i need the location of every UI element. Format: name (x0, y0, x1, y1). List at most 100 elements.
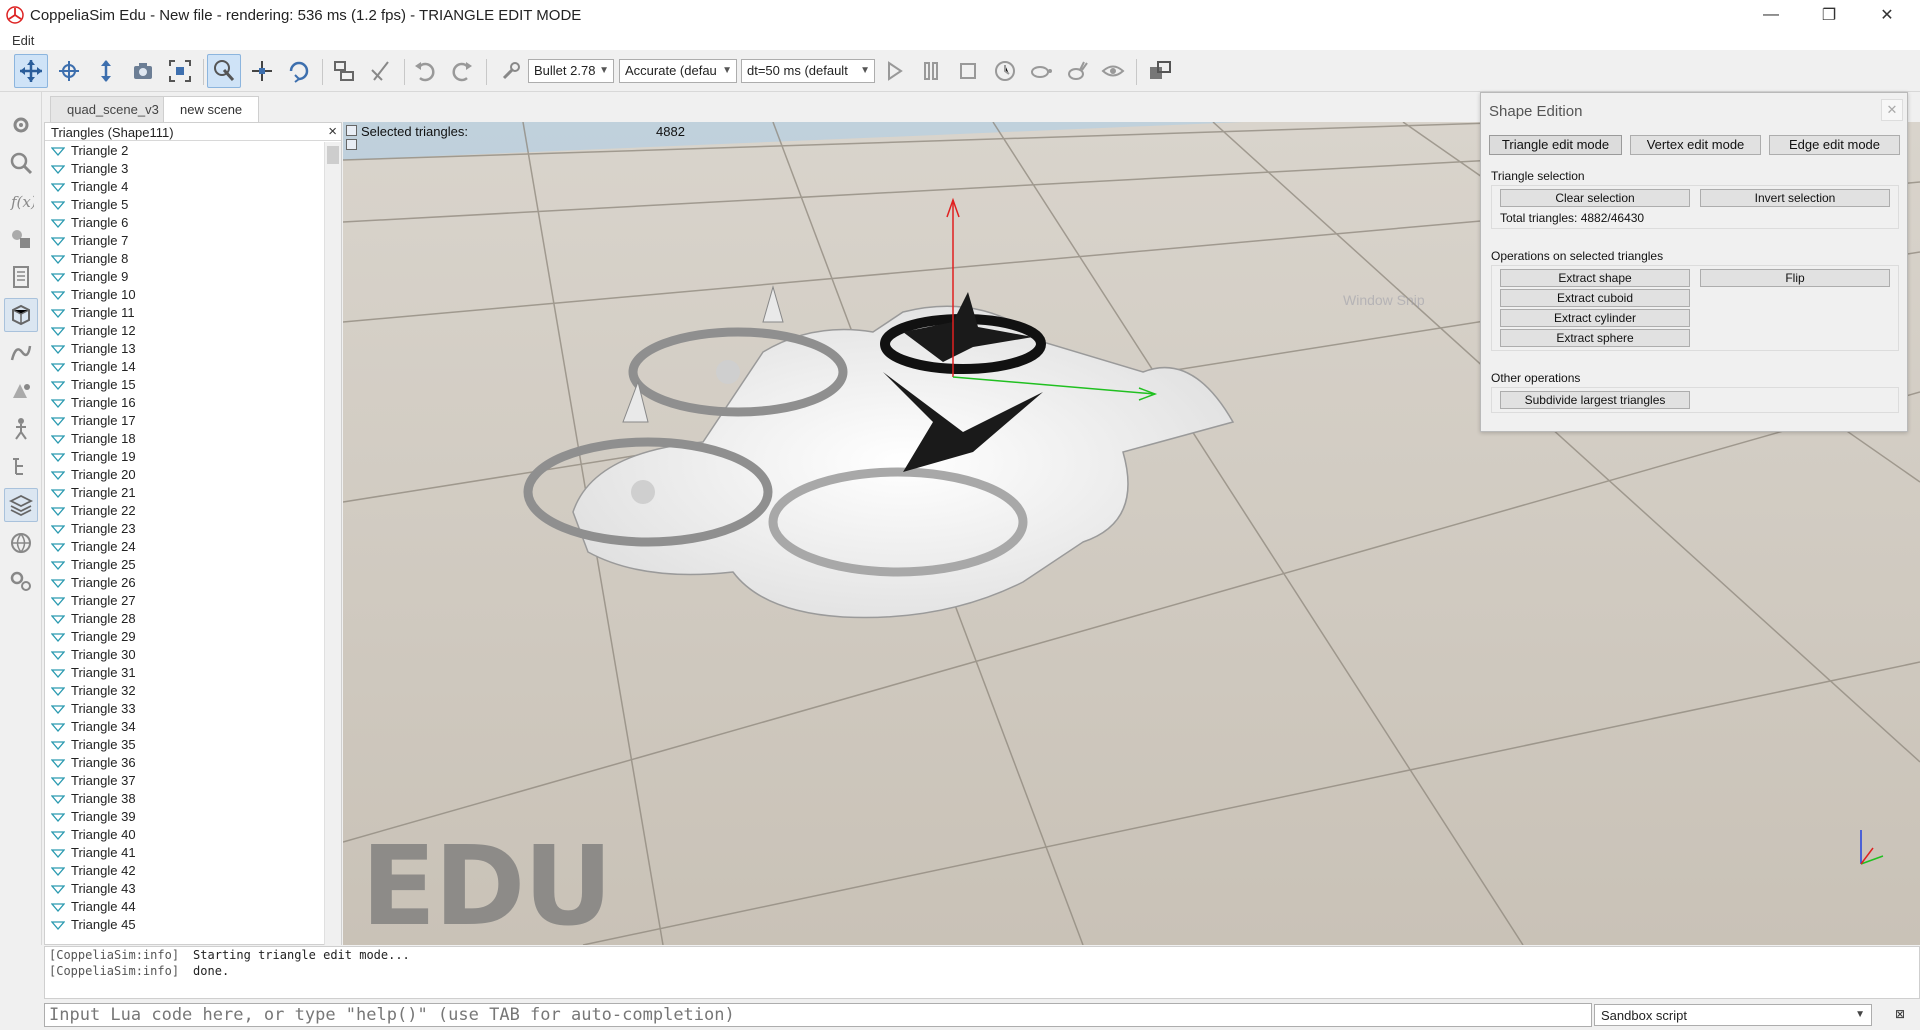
list-item[interactable]: Triangle 14 (45, 358, 325, 376)
layers-button[interactable] (4, 488, 38, 522)
undo-button[interactable] (408, 54, 442, 88)
accuracy-select[interactable]: Accurate (defau ▼ (619, 59, 737, 83)
list-item[interactable]: Triangle 30 (45, 646, 325, 664)
list-item[interactable]: Triangle 37 (45, 772, 325, 790)
camera-shift-button[interactable] (89, 54, 123, 88)
list-item[interactable]: Triangle 34 (45, 718, 325, 736)
list-item[interactable]: Triangle 38 (45, 790, 325, 808)
list-item[interactable]: Triangle 16 (45, 394, 325, 412)
list-item[interactable]: Triangle 23 (45, 520, 325, 538)
list-item[interactable]: Triangle 22 (45, 502, 325, 520)
list-item[interactable]: Triangle 29 (45, 628, 325, 646)
triangle-list[interactable]: Triangle 2 Triangle 3 Triangle 4 Triangle 5… (45, 142, 325, 945)
minimize-button[interactable]: — (1742, 0, 1800, 30)
list-item[interactable]: Triangle 28 (45, 610, 325, 628)
hierarchy-toggle-button[interactable] (4, 450, 38, 484)
realtime-button[interactable] (988, 54, 1022, 88)
list-item[interactable]: Triangle 9 (45, 268, 325, 286)
hierarchy-scrollbar[interactable] (324, 142, 341, 945)
list-item[interactable]: Triangle 13 (45, 340, 325, 358)
list-item[interactable]: Triangle 42 (45, 862, 325, 880)
shape-edit-button[interactable] (4, 298, 38, 332)
close-window-button[interactable]: ✕ (1858, 0, 1916, 30)
list-item[interactable]: Triangle 3 (45, 160, 325, 178)
object-rotate-button[interactable] (282, 54, 316, 88)
scripts-button[interactable] (4, 260, 38, 294)
list-item[interactable]: Triangle 12 (45, 322, 325, 340)
flip-button[interactable]: Flip (1700, 269, 1890, 287)
status-console[interactable]: [CoppeliaSim:info] Starting triangle edit… (44, 946, 1920, 999)
camera-angle-button[interactable] (126, 54, 160, 88)
list-item[interactable]: Triangle 26 (45, 574, 325, 592)
close-icon[interactable]: × (328, 123, 337, 140)
extract-sphere-button[interactable]: Extract sphere (1500, 329, 1690, 347)
list-item[interactable]: Triangle 8 (45, 250, 325, 268)
list-item[interactable]: Triangle 2 (45, 142, 325, 160)
object-shift-button[interactable] (245, 54, 279, 88)
speed-up-button[interactable] (1060, 54, 1094, 88)
list-item[interactable]: Triangle 15 (45, 376, 325, 394)
restore-button[interactable]: ❐ (1800, 0, 1858, 30)
redo-button[interactable] (445, 54, 479, 88)
selection-button[interactable] (4, 374, 38, 408)
timestep-select[interactable]: dt=50 ms (default ▼ (741, 59, 875, 83)
list-item[interactable]: Triangle 7 (45, 232, 325, 250)
list-item[interactable]: Triangle 33 (45, 700, 325, 718)
visualization-toggle-button[interactable] (1096, 54, 1130, 88)
info-toggle-icon[interactable] (346, 125, 357, 136)
dynamics-toggle-button[interactable] (494, 54, 528, 88)
extract-cylinder-button[interactable]: Extract cylinder (1500, 309, 1690, 327)
vertex-edit-mode-button[interactable]: Vertex edit mode (1630, 135, 1761, 155)
list-item[interactable]: Triangle 21 (45, 484, 325, 502)
subdivide-triangles-button[interactable]: Subdivide largest triangles (1500, 391, 1690, 409)
simulation-settings-button[interactable] (4, 108, 38, 142)
stop-simulation-button[interactable] (951, 54, 985, 88)
dialog-close-button[interactable]: ✕ (1881, 99, 1903, 121)
list-item[interactable]: Triangle 24 (45, 538, 325, 556)
extract-shape-button[interactable]: Extract shape (1500, 269, 1690, 287)
list-item[interactable]: Triangle 44 (45, 898, 325, 916)
list-item[interactable]: Triangle 4 (45, 178, 325, 196)
list-item[interactable]: Triangle 20 (45, 466, 325, 484)
list-item[interactable]: Triangle 19 (45, 448, 325, 466)
calculation-modules-button[interactable]: f(x) (4, 184, 38, 218)
assemble-button[interactable] (327, 54, 361, 88)
list-item[interactable]: Triangle 27 (45, 592, 325, 610)
list-item[interactable]: Triangle 36 (45, 754, 325, 772)
scene-switch-button[interactable] (1143, 54, 1177, 88)
list-item[interactable]: Triangle 41 (45, 844, 325, 862)
scrollbar-thumb[interactable] (327, 146, 339, 164)
clear-console-button[interactable]: ⊠ (1892, 1007, 1908, 1023)
fit-to-view-button[interactable] (163, 54, 197, 88)
environment-button[interactable] (4, 526, 38, 560)
click-select-button[interactable] (207, 54, 241, 88)
collections-button[interactable] (4, 222, 38, 256)
list-item[interactable]: Triangle 18 (45, 430, 325, 448)
lua-command-input[interactable]: Input Lua code here, or type "help()" (u… (44, 1003, 1592, 1027)
list-item[interactable]: Triangle 40 (45, 826, 325, 844)
list-item[interactable]: Triangle 39 (45, 808, 325, 826)
pause-simulation-button[interactable] (914, 54, 948, 88)
invert-selection-button[interactable]: Invert selection (1700, 189, 1890, 207)
user-settings-button[interactable] (4, 564, 38, 598)
model-button[interactable] (4, 412, 38, 446)
menu-edit[interactable]: Edit (0, 33, 46, 48)
clear-selection-button[interactable]: Clear selection (1500, 189, 1690, 207)
extract-cuboid-button[interactable]: Extract cuboid (1500, 289, 1690, 307)
list-item[interactable]: Triangle 35 (45, 736, 325, 754)
slow-down-button[interactable] (1024, 54, 1058, 88)
edge-edit-mode-button[interactable]: Edge edit mode (1769, 135, 1900, 155)
tab-quad-scene-v3[interactable]: quad_scene_v3 (50, 96, 176, 122)
script-select[interactable]: Sandbox script ▼ (1594, 1004, 1872, 1026)
tab-new-scene[interactable]: new scene (163, 96, 260, 122)
path-edit-button[interactable] (4, 336, 38, 370)
camera-pan-button[interactable] (14, 54, 48, 88)
info-pin-icon[interactable] (346, 139, 357, 150)
list-item[interactable]: Triangle 31 (45, 664, 325, 682)
physics-engine-select[interactable]: Bullet 2.78 ▼ (528, 59, 614, 83)
triangle-edit-mode-button[interactable]: Triangle edit mode (1489, 135, 1622, 155)
start-simulation-button[interactable] (877, 54, 911, 88)
list-item[interactable]: Triangle 32 (45, 682, 325, 700)
list-item[interactable]: Triangle 45 (45, 916, 325, 934)
list-item[interactable]: Triangle 10 (45, 286, 325, 304)
